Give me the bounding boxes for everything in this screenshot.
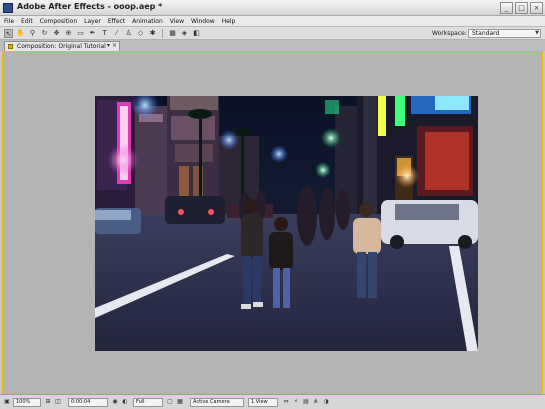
menu-effect[interactable]: Effect xyxy=(108,18,125,25)
magnification-dropdown[interactable]: 100% xyxy=(13,398,41,407)
snapshot-icon[interactable]: ◉ xyxy=(111,398,119,406)
composition-frame[interactable] xyxy=(95,96,478,351)
maximize-button[interactable]: □ xyxy=(515,2,528,14)
view-layout-dropdown[interactable]: 1 View xyxy=(248,398,278,407)
tools-panel: ↖ ✋ ⚲ ↻ ✥ ⊕ ▭ ✒ T ⁄ ♙ ◇ ✱ ▦ ◈ ◧ Workspace: Standard ▼ xyxy=(0,27,545,40)
transparency-grid-icon[interactable]: ▦ xyxy=(176,398,184,406)
menu-layer[interactable]: Layer xyxy=(84,18,101,25)
brush-tool-icon[interactable]: ⁄ xyxy=(112,29,121,38)
safe-zones-icon[interactable]: ⊞ xyxy=(44,398,52,406)
minimize-button[interactable]: _ xyxy=(500,2,513,14)
rotation-tool-icon[interactable]: ↻ xyxy=(40,29,49,38)
clone-stamp-tool-icon[interactable]: ♙ xyxy=(124,29,133,38)
composition-tab-label: Composition: Original Tutorial xyxy=(17,43,106,50)
fast-previews-icon[interactable]: ⚡ xyxy=(292,398,300,406)
mask-tool-icon[interactable]: ▭ xyxy=(76,29,85,38)
title-bar: Adobe After Effects - ooop.aep * _ □ × xyxy=(0,0,545,16)
close-button[interactable]: × xyxy=(530,2,543,14)
type-tool-icon[interactable]: T xyxy=(100,29,109,38)
region-of-interest-icon[interactable]: ▢ xyxy=(166,398,174,406)
exposure-icon[interactable]: ◑ xyxy=(322,398,330,406)
tab-close-icon[interactable]: × xyxy=(112,42,117,49)
toggle-pixel-aspect-icon[interactable]: ⇔ xyxy=(282,398,290,406)
pan-behind-tool-icon[interactable]: ⊕ xyxy=(64,29,73,38)
composition-tab-bar: Composition: Original Tutorial ▾ × xyxy=(0,40,545,51)
tool-group: ↖ ✋ ⚲ ↻ ✥ ⊕ ▭ ✒ T ⁄ ♙ ◇ ✱ ▦ ◈ ◧ xyxy=(4,29,201,38)
resolution-value: Full xyxy=(136,399,145,405)
view-layout-value: 1 View xyxy=(251,399,268,405)
camera-view-value: Active Camera xyxy=(193,399,230,405)
viewer-controls-bar: ▣ 100% ⊞ ◫ 0:00:04 ◉ ◐ Full ▢ ▦ Active C… xyxy=(0,394,545,409)
always-preview-icon[interactable]: ▣ xyxy=(3,398,11,406)
eraser-tool-icon[interactable]: ◇ xyxy=(136,29,145,38)
camera-orbit-tool-icon[interactable]: ✥ xyxy=(52,29,61,38)
toolbar-divider xyxy=(162,29,163,38)
zoom-tool-icon[interactable]: ⚲ xyxy=(28,29,37,38)
window-title: Adobe After Effects - ooop.aep * xyxy=(17,2,163,11)
local-axis-icon[interactable]: ▦ xyxy=(168,29,177,38)
timeline-icon[interactable]: ▤ xyxy=(302,398,310,406)
selection-tool-icon[interactable]: ↖ xyxy=(4,29,13,38)
flowchart-icon[interactable]: ⋔ xyxy=(312,398,320,406)
menu-edit[interactable]: Edit xyxy=(21,18,33,25)
workspace-value: Standard xyxy=(472,30,500,37)
workspace-label: Workspace: xyxy=(432,30,467,37)
camera-view-dropdown[interactable]: Active Camera xyxy=(190,398,244,407)
chevron-down-icon: ▼ xyxy=(535,30,539,36)
resolution-dropdown[interactable]: Full xyxy=(133,398,163,407)
workspace-dropdown[interactable]: Standard ▼ xyxy=(468,29,541,38)
view-axis-icon[interactable]: ◧ xyxy=(192,29,201,38)
menu-bar: File Edit Composition Layer Effect Anima… xyxy=(0,16,545,27)
panel-menu-icon[interactable]: ▾ xyxy=(107,42,110,49)
hand-tool-icon[interactable]: ✋ xyxy=(16,29,25,38)
show-snapshot-icon[interactable]: ◐ xyxy=(121,398,129,406)
menu-help[interactable]: Help xyxy=(222,18,236,25)
current-time-value: 0:00:04 xyxy=(71,399,91,405)
current-time-field[interactable]: 0:00:04 xyxy=(68,398,108,407)
menu-window[interactable]: Window xyxy=(191,18,215,25)
magnification-value: 100% xyxy=(16,399,31,405)
mask-visibility-icon[interactable]: ◫ xyxy=(54,398,62,406)
tab-composition[interactable]: Composition: Original Tutorial ▾ × xyxy=(4,41,120,51)
menu-view[interactable]: View xyxy=(170,18,184,25)
after-effects-app-icon xyxy=(3,3,13,13)
window-controls: _ □ × xyxy=(500,2,543,14)
puppet-tool-icon[interactable]: ✱ xyxy=(148,29,157,38)
panel-grip-icon[interactable] xyxy=(8,44,13,49)
world-axis-icon[interactable]: ◈ xyxy=(180,29,189,38)
pen-tool-icon[interactable]: ✒ xyxy=(88,29,97,38)
menu-file[interactable]: File xyxy=(4,18,14,25)
menu-animation[interactable]: Animation xyxy=(132,18,163,25)
menu-composition[interactable]: Composition xyxy=(40,18,77,25)
